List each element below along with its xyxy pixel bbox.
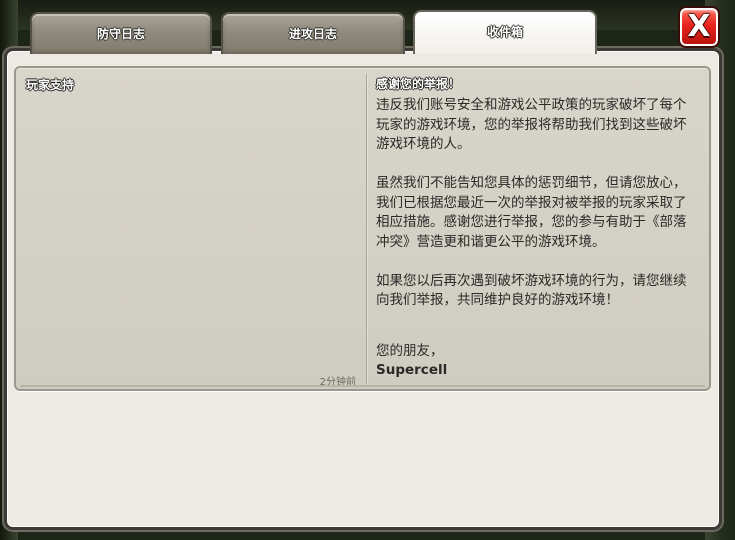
tab-label: 收件箱 <box>486 25 523 39</box>
message-signature: Supercell <box>376 362 448 378</box>
message-closing: 您的朋友， <box>376 343 444 359</box>
tab-label: 进攻日志 <box>288 27 337 41</box>
message-body: 违反我们账号安全和游戏公平政策的玩家破坏了每个玩家的游戏环境，您的举报将帮助我们… <box>376 96 696 330</box>
message-item[interactable]: 玩家支持 2分钟前 感谢您的举报！ 违反我们账号安全和游戏公平政策的玩家破坏了每… <box>14 66 711 391</box>
tab-inbox[interactable]: 收件箱 <box>413 10 597 54</box>
message-signoff: 您的朋友， Supercell <box>376 342 447 380</box>
message-paragraph: 违反我们账号安全和游戏公平政策的玩家破坏了每个玩家的游戏环境，您的举报将帮助我们… <box>376 97 687 152</box>
message-timestamp: 2分钟前 <box>319 377 356 388</box>
close-icon: X <box>687 9 711 44</box>
message-sender: 玩家支持 <box>26 78 75 92</box>
close-button[interactable]: X <box>678 6 720 48</box>
tab-defense-log[interactable]: 防守日志 <box>30 12 212 54</box>
message-paragraph: 如果您以后再次遇到破坏游戏环境的行为，请您继续向我们举报，共同维护良好的游戏环境… <box>376 272 687 309</box>
message-subject: 感谢您的举报！ <box>376 77 461 91</box>
tab-label: 防守日志 <box>96 27 145 41</box>
tab-attack-log[interactable]: 进攻日志 <box>221 12 405 54</box>
message-paragraph: 虽然我们不能告知您具体的惩罚细节，但请您放心，我们已根据您最近一次的举报对被举报… <box>376 175 687 250</box>
message-divider <box>366 74 367 384</box>
